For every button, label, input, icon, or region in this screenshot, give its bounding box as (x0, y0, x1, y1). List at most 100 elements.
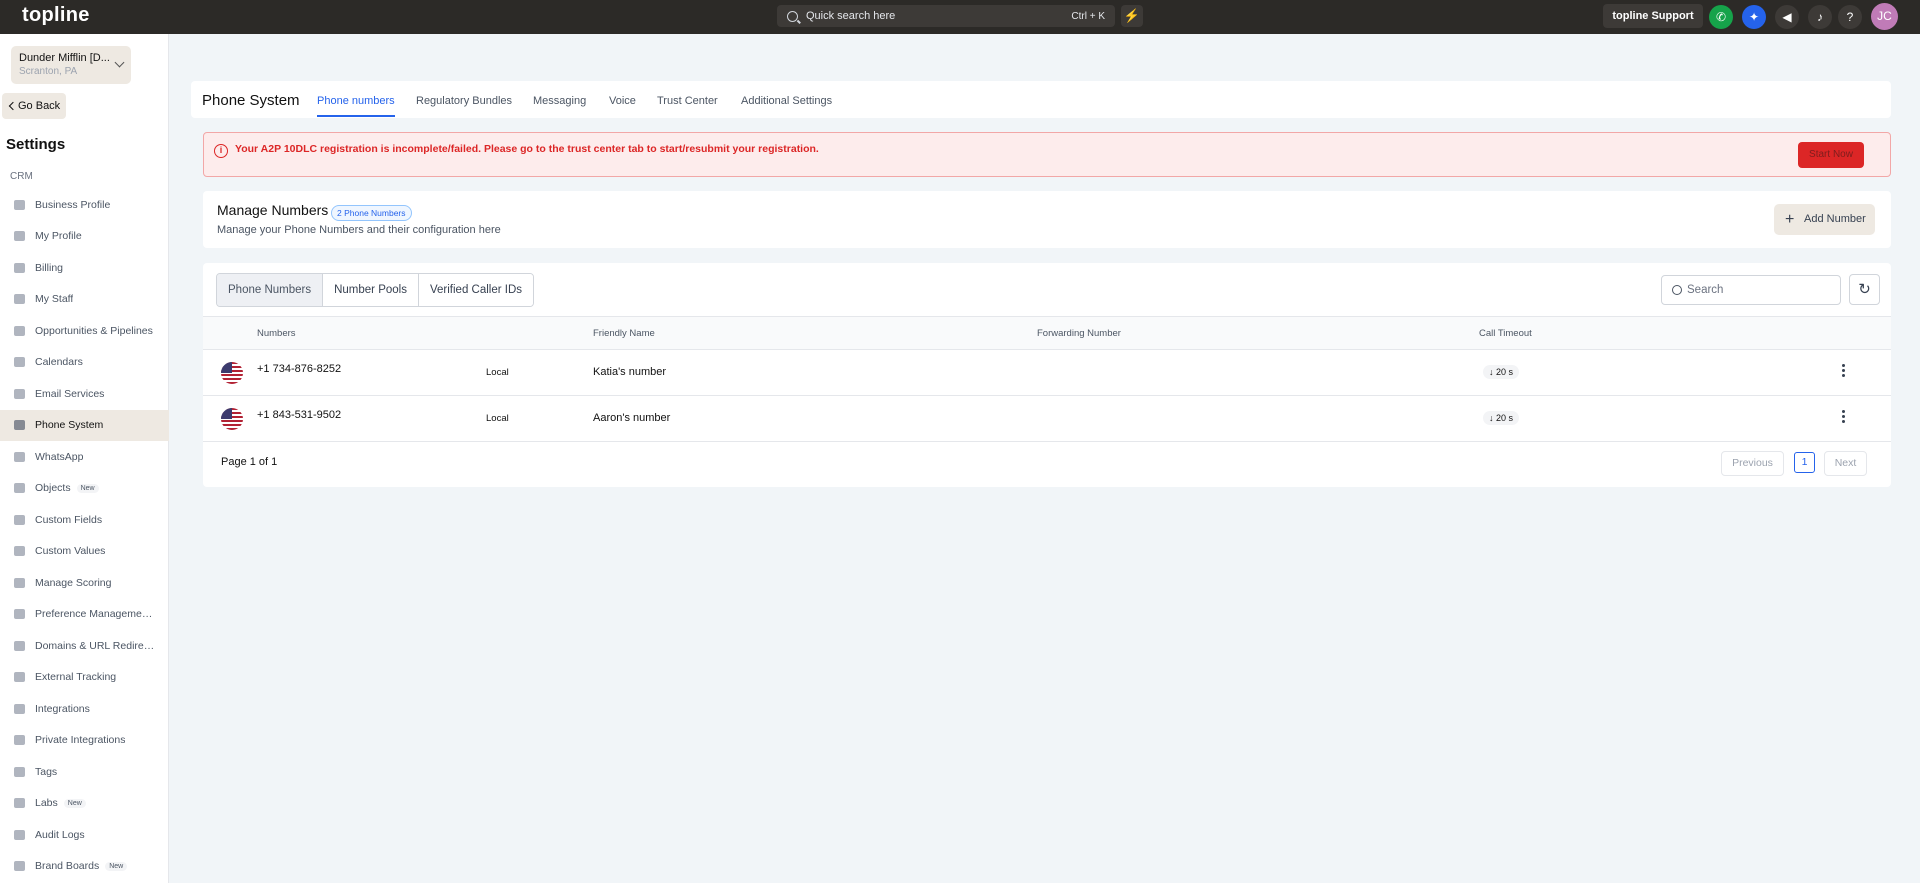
manage-numbers-subtitle: Manage your Phone Numbers and their conf… (217, 224, 501, 236)
sidebar-item-label: External Tracking (35, 671, 117, 684)
phone-number: +1 734-876-8252 (257, 363, 342, 375)
sidebar-item-label: Manage Scoring (35, 576, 112, 589)
location-switcher[interactable]: Dunder Mifflin [D... Scranton, PA (11, 46, 131, 84)
page-title: Phone System (202, 92, 300, 109)
custom-fields-icon (14, 514, 25, 525)
previous-button[interactable]: Previous (1721, 451, 1784, 476)
business-profile-icon (14, 199, 25, 210)
tab-regulatory-bundles[interactable]: Regulatory Bundles (416, 95, 512, 107)
sidebar-item-billing[interactable]: Billing (0, 252, 169, 284)
sidebar-item-external-tracking[interactable]: External Tracking (0, 662, 169, 694)
tab-phone-numbers[interactable]: Phone numbers (317, 95, 395, 107)
sidebar-item-label: Brand Boards (35, 860, 100, 873)
sidebar-item-private-integrations[interactable]: Private Integrations (0, 725, 169, 757)
segment-number-pools[interactable]: Number Pools (323, 274, 419, 306)
help-icon[interactable]: ? (1838, 5, 1862, 29)
sidebar-item-calendars[interactable]: Calendars (0, 347, 169, 379)
plus-icon: + (1785, 211, 1795, 228)
phone-icon[interactable]: ✆ (1709, 5, 1733, 29)
refresh-icon[interactable]: ↻ (1849, 274, 1880, 305)
sidebar-item-business-profile[interactable]: Business Profile (0, 189, 169, 221)
sparkle-icon[interactable]: ✦ (1742, 5, 1766, 29)
support-button[interactable]: topline Support (1603, 4, 1703, 28)
tags-icon (14, 766, 25, 777)
quick-search[interactable]: Quick search here Ctrl + K (777, 5, 1115, 27)
opportunities-pipelines-icon (14, 325, 25, 336)
location-city: Scranton, PA (19, 66, 78, 77)
go-back-button[interactable]: Go Back (2, 93, 66, 119)
objects-icon (14, 483, 25, 494)
whatsapp-icon (14, 451, 25, 462)
sidebar-item-label: Objects (35, 482, 71, 495)
sidebar-item-opportunities-pipelines[interactable]: Opportunities & Pipelines (0, 315, 169, 347)
sidebar-item-phone-system[interactable]: Phone System (0, 409, 169, 441)
sidebar-item-label: Custom Fields (35, 513, 103, 526)
bell-icon[interactable]: ♪ (1808, 5, 1832, 29)
sidebar-item-email-services[interactable]: Email Services (0, 378, 169, 410)
custom-values-icon (14, 546, 25, 557)
sidebar-item-tags[interactable]: Tags (0, 756, 169, 788)
phone-system-icon (14, 420, 25, 431)
column-call-timeout: Call Timeout (1479, 328, 1532, 339)
tab-trust-center[interactable]: Trust Center (657, 95, 718, 107)
start-now-button[interactable]: Start Now (1798, 142, 1864, 168)
sidebar-item-custom-values[interactable]: Custom Values (0, 536, 169, 568)
sidebar-item-domains-url-redirects[interactable]: Domains & URL Redirects (0, 630, 169, 662)
sidebar-item-label: Calendars (35, 356, 83, 369)
new-badge: New (76, 483, 99, 493)
registration-alert: i Your A2P 10DLC registration is incompl… (203, 132, 1891, 177)
sidebar-item-label: Audit Logs (35, 828, 85, 841)
more-options-icon[interactable] (1842, 410, 1846, 425)
sidebar-item-my-staff[interactable]: My Staff (0, 284, 169, 316)
page-header: Phone System Phone numbers Regulatory Bu… (191, 81, 1891, 118)
search-icon (1672, 285, 1682, 295)
table-row[interactable]: +1 843-531-9502 Local Aaron's number ↓ 2… (203, 396, 1891, 442)
numbers-table-card: Phone Numbers Number Pools Verified Call… (203, 263, 1891, 487)
active-tab-indicator (317, 115, 395, 117)
sidebar-item-objects[interactable]: Objects New (0, 473, 169, 505)
sidebar-item-manage-scoring[interactable]: Manage Scoring (0, 567, 169, 599)
tab-additional-settings[interactable]: Additional Settings (741, 95, 832, 107)
sidebar-item-labs[interactable]: Labs New (0, 788, 169, 820)
billing-icon (14, 262, 25, 273)
sidebar-item-my-profile[interactable]: My Profile (0, 221, 169, 253)
labs-icon (14, 798, 25, 809)
tab-voice[interactable]: Voice (609, 95, 636, 107)
search-icon (787, 10, 798, 22)
info-icon: i (214, 144, 228, 158)
sidebar-item-brand-boards[interactable]: Brand Boards New (0, 851, 169, 883)
sidebar-item-custom-fields[interactable]: Custom Fields (0, 504, 169, 536)
megaphone-icon[interactable]: ◀ (1775, 5, 1799, 29)
add-number-button[interactable]: + Add Number (1774, 204, 1875, 235)
private-integrations-icon (14, 735, 25, 746)
sidebar-item-integrations[interactable]: Integrations (0, 693, 169, 725)
next-button[interactable]: Next (1824, 451, 1867, 476)
phone-number: +1 843-531-9502 (257, 409, 342, 421)
count-badge: 2 Phone Numbers (331, 205, 412, 221)
sidebar-item-label: Integrations (35, 702, 90, 715)
more-options-icon[interactable] (1842, 364, 1846, 379)
segment-verified-caller-ids[interactable]: Verified Caller IDs (418, 274, 534, 306)
lightning-icon[interactable]: ⚡ (1121, 5, 1143, 27)
sidebar-item-label: Private Integrations (35, 734, 126, 747)
sidebar-item-label: Custom Values (35, 545, 106, 558)
table-row[interactable]: +1 734-876-8252 Local Katia's number ↓ 2… (203, 350, 1891, 396)
app-logo[interactable]: topline (22, 4, 90, 27)
domains-url-redirects-icon (14, 640, 25, 651)
search-placeholder: Search (1687, 284, 1724, 296)
segment-phone-numbers[interactable]: Phone Numbers (217, 274, 324, 306)
sidebar-item-label: Email Services (35, 387, 105, 400)
external-tracking-icon (14, 672, 25, 683)
search-input[interactable]: Search (1661, 275, 1841, 305)
sidebar-item-audit-logs[interactable]: Audit Logs (0, 819, 169, 851)
us-flag-icon (221, 408, 243, 430)
column-friendly-name: Friendly Name (593, 328, 655, 339)
new-badge: New (105, 861, 128, 871)
sidebar-item-whatsapp[interactable]: WhatsApp (0, 441, 169, 473)
integrations-icon (14, 703, 25, 714)
sidebar-item-preference-managemen[interactable]: Preference Managemen... (0, 599, 169, 631)
avatar[interactable]: JC (1871, 3, 1898, 30)
tab-messaging[interactable]: Messaging (533, 95, 586, 107)
page-number-button[interactable]: 1 (1794, 452, 1815, 473)
section-label: CRM (10, 171, 33, 182)
